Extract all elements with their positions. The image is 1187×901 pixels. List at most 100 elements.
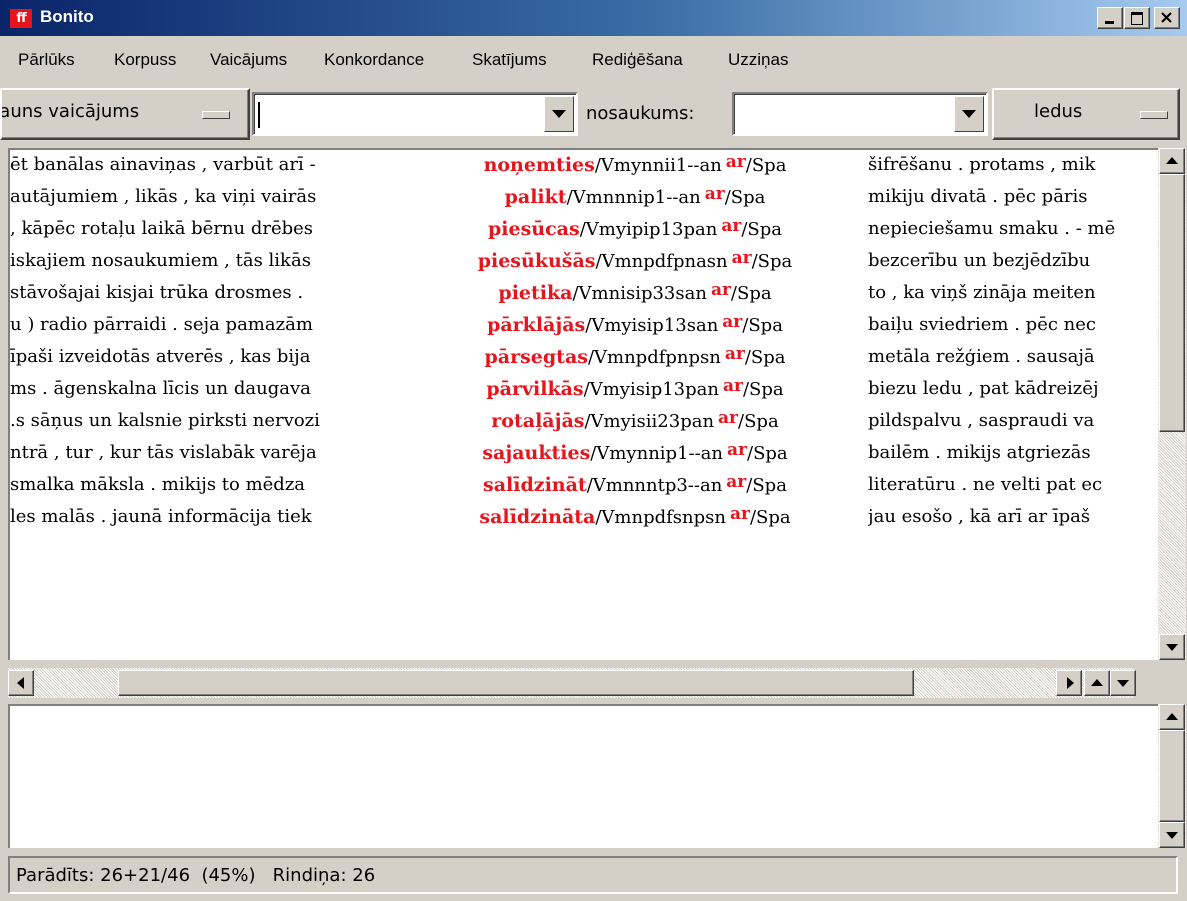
collocate: ar xyxy=(724,344,745,364)
horizontal-scroll-thumb[interactable] xyxy=(118,670,914,696)
keyword: palikt xyxy=(504,186,567,208)
scroll-left-button[interactable] xyxy=(8,670,34,696)
scroll-thumb[interactable] xyxy=(1159,174,1185,432)
left-context: .s sāņus un kalsnie pirksti nervozi xyxy=(10,410,320,431)
name-combo[interactable] xyxy=(732,92,988,136)
chevron-down-icon xyxy=(552,110,566,118)
keyword: salīdzināta xyxy=(479,506,596,528)
right-context: bezcerību un bezjēdzību xyxy=(868,250,1091,271)
concordance-row[interactable]: ntrā , tur , kur tās vislabāk varēja saja… xyxy=(10,440,1158,472)
right-context: nepieciešamu smaku . - mē xyxy=(868,218,1116,239)
keyword-tag: /Vmnisip33san xyxy=(572,283,707,304)
menu-skatijums[interactable]: Skatījums xyxy=(472,50,547,70)
right-context: literatūru . ne velti pat ec xyxy=(868,474,1103,495)
minimize-button[interactable] xyxy=(1097,7,1123,29)
menu-uzzinas[interactable]: Uzziņas xyxy=(728,50,788,70)
arrow-up-icon xyxy=(1091,679,1103,686)
toolbar: Jauns vaicājums nosaukums: ledus xyxy=(0,88,1187,144)
option-indicator-icon xyxy=(202,111,230,119)
arrow-right-icon xyxy=(1067,677,1074,689)
keyword-tag: /Vmnpdfpnasn xyxy=(595,251,728,272)
concordance-row[interactable]: īpaši izveidotās atverēs , kas bija pārse… xyxy=(10,344,1158,376)
collocate-tag: /Spa xyxy=(749,507,791,528)
keyword-cell: noņemties/Vmynnii1--an ar/Spa xyxy=(410,152,860,176)
ledus-button[interactable]: ledus xyxy=(992,88,1180,140)
collocate: ar xyxy=(704,184,725,204)
concordance-row[interactable]: stāvošajai kisjai trūka drosmes . pietika… xyxy=(10,280,1158,312)
keyword-tag: /Vmyisip13san xyxy=(585,315,719,336)
query-type-label: Jauns vaicājums xyxy=(0,101,140,122)
right-context: jau esošo , kā arī ar īpaš xyxy=(868,506,1091,527)
collocate: ar xyxy=(727,440,747,460)
keyword-cell: pārvilkās/Vmyisip13pan ar/Spa xyxy=(410,376,860,400)
arrow-down-icon xyxy=(1166,832,1178,839)
left-context: iskajiem nosaukumiem , tās likās xyxy=(10,250,311,271)
concordance-row[interactable]: , kāpēc rotaļu laikā bērnu drēbes piesūca… xyxy=(10,216,1158,248)
keyword: pārklājās xyxy=(487,314,586,336)
keyword-tag: /Vmnnnip1--an xyxy=(566,187,701,208)
query-type-button[interactable]: Jauns vaicājums xyxy=(0,88,250,140)
query-combo[interactable] xyxy=(252,92,578,136)
ledus-label: ledus xyxy=(1034,101,1083,122)
close-button[interactable] xyxy=(1154,7,1180,29)
scroll-right-button[interactable] xyxy=(1056,670,1082,696)
keyword-cell: salīdzināta/Vmnpdfsnpsn ar/Spa xyxy=(410,504,860,528)
scroll-up-button[interactable] xyxy=(1159,148,1185,174)
left-context: , kāpēc rotaļu laikā bērnu drēbes xyxy=(10,218,314,239)
right-context: baiļu sviedriem . pēc nec xyxy=(868,314,1096,335)
detail-scroll-up-button[interactable] xyxy=(1159,704,1185,730)
concordance-row[interactable]: ms . āgenskalna līcis un daugava pārvilkā… xyxy=(10,376,1158,408)
menu-parluks[interactable]: Pārlūks xyxy=(18,50,75,70)
arrow-up-icon xyxy=(1166,713,1178,720)
chevron-down-icon xyxy=(962,110,976,118)
arrow-up-icon xyxy=(1166,157,1178,164)
concordance-row[interactable]: u ) radio pārraidi . seja pamazām pārklāj… xyxy=(10,312,1158,344)
concordance-row[interactable]: ēt banālas ainaviņas , varbūt arī - noņem… xyxy=(10,152,1158,184)
keyword-tag: /Vmynnip1--an xyxy=(590,443,724,464)
app-icon: ff xyxy=(10,9,32,28)
concordance-row[interactable]: smalka māksla . mikijs to mēdza salīdzinā… xyxy=(10,472,1158,504)
keyword: salīdzināt xyxy=(483,474,587,496)
detail-vertical-scrollbar[interactable] xyxy=(1158,704,1186,848)
collocate-tag: /Spa xyxy=(742,379,784,400)
right-context: pildspalvu , saspraudi va xyxy=(868,410,1095,431)
collocate-tag: /Spa xyxy=(724,187,766,208)
concordance-row[interactable]: iskajiem nosaukumiem , tās likās piesūkuš… xyxy=(10,248,1158,280)
collocate-tag: /Spa xyxy=(742,315,783,336)
menu-korpuss[interactable]: Korpuss xyxy=(114,50,176,70)
status-bar: Parādīts: 26+21/46 (45%) Rindiņa: 26 xyxy=(8,856,1178,894)
right-context: biezu ledu , pat kādreizēj xyxy=(868,378,1099,399)
keyword-cell: palikt/Vmnnnip1--an ar/Spa xyxy=(410,184,860,208)
keyword-cell: rotaļājās/Vmyisii23pan ar/Spa xyxy=(410,408,860,432)
right-context: metāla režģiem . sausajā xyxy=(868,346,1095,367)
keyword: piesūkušās xyxy=(477,250,596,272)
query-dropdown-button[interactable] xyxy=(544,96,574,132)
detail-scroll-thumb[interactable] xyxy=(1159,730,1185,822)
concordance-view[interactable]: ēt banālas ainaviņas , varbūt arī - noņem… xyxy=(8,148,1158,660)
line-down-button[interactable] xyxy=(1110,670,1136,696)
right-context: bailēm . mikijs atgriezās xyxy=(868,442,1091,463)
line-up-button[interactable] xyxy=(1084,670,1110,696)
keyword-tag: /Vmyisii23pan xyxy=(584,411,715,432)
collocate: ar xyxy=(722,312,743,332)
concordance-row[interactable]: les malās . jaunā informācija tiek salīdz… xyxy=(10,504,1158,536)
left-context: īpaši izveidotās atverēs , kas bija xyxy=(10,346,311,367)
name-dropdown-button[interactable] xyxy=(954,96,984,132)
keyword-tag: /Vmynnii1--an xyxy=(594,155,722,176)
concordance-vertical-scrollbar[interactable] xyxy=(1158,148,1186,660)
detail-text-area[interactable] xyxy=(8,704,1158,848)
concordance-row[interactable]: autājumiem , likās , ka viņi vairās palik… xyxy=(10,184,1158,216)
collocate: ar xyxy=(731,248,752,268)
keyword-tag: /Vmyisip13pan xyxy=(583,379,719,400)
menu-konkordance[interactable]: Konkordance xyxy=(324,50,424,70)
detail-scroll-down-button[interactable] xyxy=(1159,822,1185,848)
left-context: les malās . jaunā informācija tiek xyxy=(10,506,312,527)
concordance-horizontal-scrollbar[interactable] xyxy=(8,668,1136,698)
menu-redigesana[interactable]: Rediģēšana xyxy=(592,50,683,70)
collocate: ar xyxy=(718,408,739,428)
maximize-button[interactable] xyxy=(1124,7,1150,29)
collocate: ar xyxy=(721,216,742,236)
menu-vaicajums[interactable]: Vaicājums xyxy=(210,50,287,70)
concordance-row[interactable]: .s sāņus un kalsnie pirksti nervozi rotaļ… xyxy=(10,408,1158,440)
scroll-down-button[interactable] xyxy=(1159,634,1185,660)
